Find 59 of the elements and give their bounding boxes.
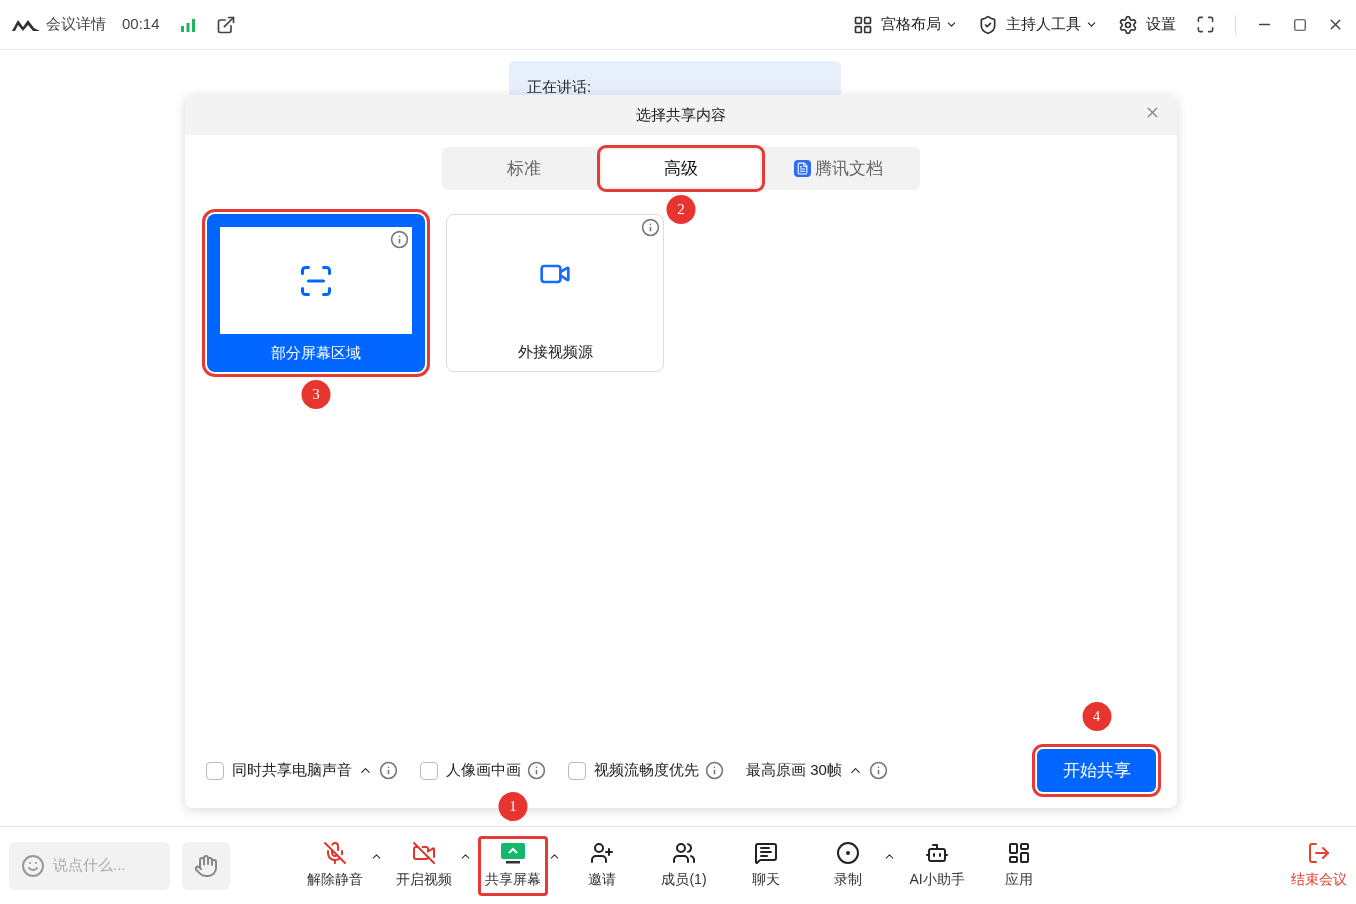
screen-share-icon <box>500 841 526 865</box>
checkbox[interactable] <box>568 761 586 780</box>
robot-icon <box>925 841 949 865</box>
tab[interactable]: 腾讯文档 <box>759 150 917 187</box>
info-icon[interactable] <box>705 761 724 780</box>
raise-hand-button[interactable] <box>182 841 230 890</box>
checkbox[interactable] <box>420 761 438 780</box>
toolbar-menu[interactable]: 设置 <box>1118 13 1176 36</box>
step-marker: 3 <box>301 380 331 409</box>
toolbar-button[interactable]: 解除静音 <box>300 835 370 896</box>
fullscreen-icon[interactable] <box>1196 15 1215 34</box>
toolbar-button[interactable]: 邀请 <box>567 835 637 896</box>
grid-icon <box>853 14 873 35</box>
step-marker: 4 <box>1082 702 1111 731</box>
shield-icon <box>978 14 998 35</box>
info-icon[interactable] <box>379 761 398 780</box>
toolbar-button[interactable]: 开启视频 <box>389 835 459 896</box>
checkbox-label: 人像画中画 <box>446 760 521 781</box>
hand-icon <box>194 853 218 878</box>
chat-placeholder: 说点什么... <box>53 855 126 876</box>
toolbar-menu[interactable]: 主持人工具 <box>978 13 1098 36</box>
toolbar-button[interactable]: 应用 <box>984 835 1054 896</box>
meeting-timer: 00:14 <box>122 14 160 35</box>
tab[interactable]: 标准 <box>445 150 603 187</box>
maximize-icon[interactable] <box>1293 17 1307 32</box>
record-icon <box>836 841 860 865</box>
toolbar-menu[interactable]: 宫格布局 <box>853 13 958 36</box>
info-icon[interactable] <box>390 230 409 249</box>
speaking-label: 正在讲话: <box>527 78 592 95</box>
info-icon[interactable] <box>868 761 888 780</box>
signal-icon <box>179 17 196 32</box>
microphone-muted-icon <box>323 841 347 865</box>
source-label: 部分屏幕区域 <box>270 342 362 363</box>
quality-dropdown[interactable]: 最高原画 30帧 <box>746 759 842 782</box>
end-meeting-button[interactable]: 结束会议 <box>1291 841 1347 890</box>
add-user-icon <box>590 841 614 865</box>
users-icon <box>672 841 696 865</box>
settings-icon <box>1118 14 1138 35</box>
toolbar-button[interactable]: 聊天 <box>731 835 801 896</box>
checkbox[interactable] <box>206 761 224 780</box>
checkbox-label: 同时共享电脑声音 <box>232 760 352 781</box>
toolbar-button[interactable]: AI小助手 <box>902 835 972 896</box>
source-label: 外接视频源 <box>516 341 594 362</box>
document-icon <box>793 160 811 177</box>
pop-out-icon[interactable] <box>215 14 236 35</box>
camera-off-icon <box>412 841 436 865</box>
toolbar-button[interactable]: 录制 <box>813 835 883 896</box>
chat-icon <box>754 841 778 865</box>
toolbar-button[interactable]: 成员(1) <box>649 835 719 896</box>
step-marker: 2 <box>666 195 696 224</box>
apps-icon <box>1007 841 1031 865</box>
dialog-title: 选择共享内容 <box>636 104 726 125</box>
smiley-icon <box>21 853 45 878</box>
meeting-info-link[interactable]: 会议详情 <box>46 13 106 36</box>
share-source-card[interactable]: 外接视频源 <box>446 214 664 372</box>
info-icon[interactable] <box>641 218 660 237</box>
info-icon[interactable] <box>527 761 546 780</box>
checkbox-label: 视频流畅度优先 <box>594 760 699 781</box>
exit-icon <box>1307 841 1331 865</box>
